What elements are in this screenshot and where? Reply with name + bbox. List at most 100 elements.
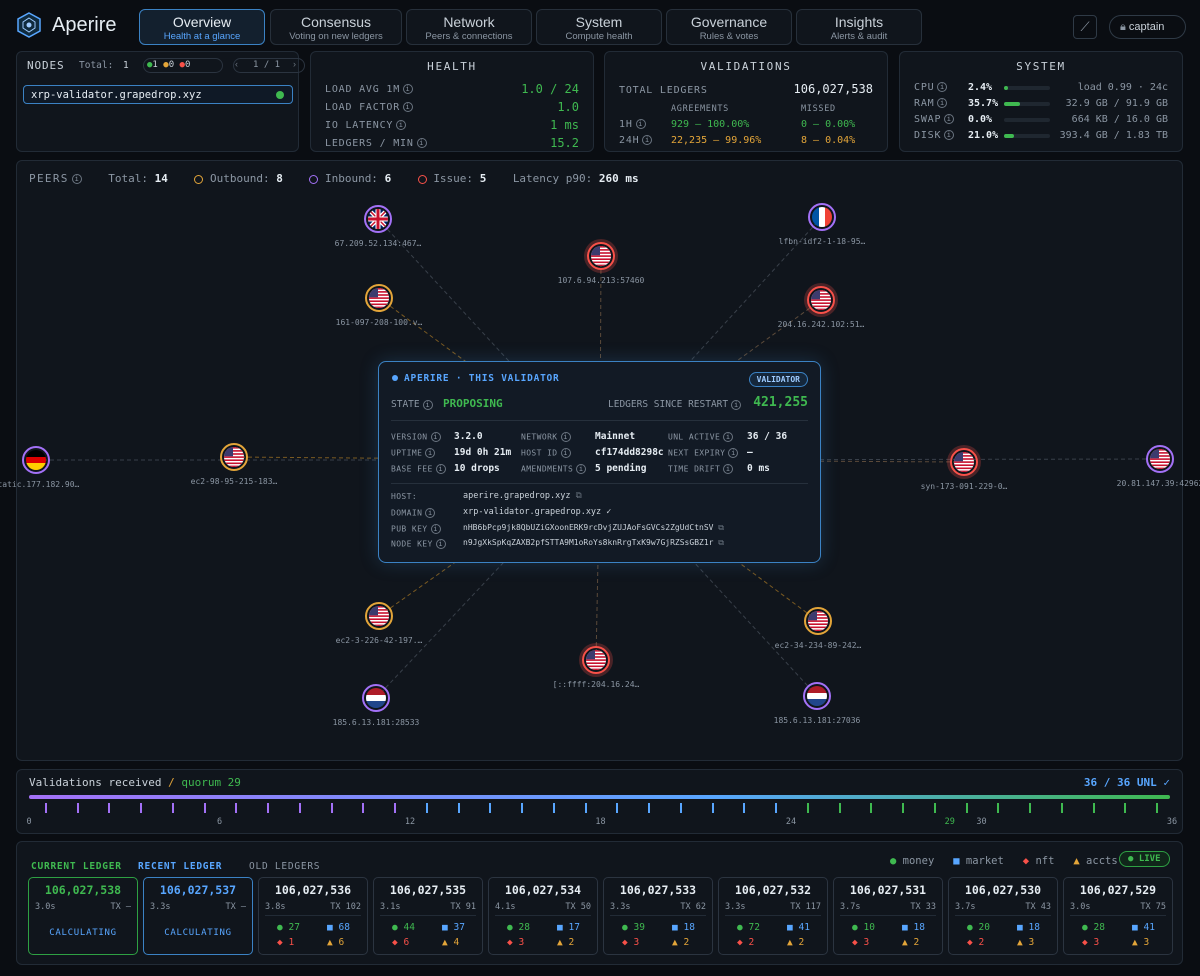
peer-node-us[interactable] [365, 602, 393, 630]
ledger-tx-count: TX – [110, 902, 131, 912]
peer-node-us[interactable] [365, 284, 393, 312]
money-count: ● 20 [967, 922, 990, 933]
market-count: ■ 68 [327, 922, 350, 933]
peer-node-gb[interactable] [364, 205, 392, 233]
validation-tick [362, 803, 365, 813]
version-value: 3.2.0 [454, 431, 483, 442]
ledger-card[interactable]: 106,027,532 3.3s TX 117 ● 72 ■ 41 ◆ 2 ▲ … [718, 877, 828, 955]
peer-node-us[interactable] [950, 448, 978, 476]
de-flag-icon [26, 450, 46, 470]
us-flag-icon [224, 447, 244, 467]
status-dot [392, 375, 398, 381]
amendments-value[interactable]: 5 pending [595, 463, 646, 474]
peer-node-nl[interactable] [803, 682, 831, 710]
ledger-close-time: 3.3s [725, 902, 746, 912]
copy-icon[interactable]: ⧉ [576, 491, 582, 501]
nft-count: ◆ 6 [392, 937, 410, 948]
ledger-card[interactable]: 106,027,531 3.7s TX 33 ● 10 ■ 18 ◆ 3 ▲ 2 [833, 877, 943, 955]
validation-tick [457, 803, 460, 813]
validator-card: APERIRE · THIS VALIDATOR VALIDATOR STATE… [378, 361, 821, 563]
peer-address: syn-173-091-229-0… [920, 482, 1008, 491]
validation-tick [806, 803, 809, 813]
ledger-status: CALCULATING [49, 928, 117, 938]
recent-ledger-label: RECENT LEDGER [138, 861, 223, 872]
ledger-tx-count: TX 102 [330, 902, 361, 912]
accts-count: ▲ 4 [442, 937, 460, 948]
ledger-card[interactable]: 106,027,530 3.7s TX 43 ● 20 ■ 18 ◆ 2 ▲ 3 [948, 877, 1058, 955]
accts-count: ▲ 3 [1017, 937, 1035, 948]
ledger-close-time: 3.7s [955, 902, 976, 912]
peer-node-us[interactable] [804, 607, 832, 635]
ledger-tx-count: TX 62 [680, 902, 706, 912]
peer-address: [::ffff:204.16.24… [552, 680, 640, 689]
validation-tick [425, 803, 428, 813]
nft-count: ◆ 2 [967, 937, 985, 948]
validation-tick [330, 803, 333, 813]
uptime-label: UPTIME i [391, 448, 436, 458]
peer-node-us[interactable] [220, 443, 248, 471]
validator-badge: VALIDATOR [748, 372, 808, 387]
ledger-card[interactable]: 106,027,534 4.1s TX 50 ● 28 ■ 17 ◆ 3 ▲ 2 [488, 877, 598, 955]
validation-tick [1092, 803, 1095, 813]
peer-address: ec2-34-234-89-242… [774, 641, 862, 650]
validation-tick [44, 803, 47, 813]
ledger-tx-count: TX 33 [910, 902, 936, 912]
peer-address: lfbn-idf2-1-18-95… [778, 237, 866, 246]
ledger-close-time: 4.1s [495, 902, 516, 912]
validations-received-label: Validations received / quorum 29 [29, 776, 241, 789]
quorum-tick-label: 30 [976, 817, 987, 827]
validation-tick [267, 803, 270, 813]
ledger-close-time: 3.0s [35, 902, 56, 912]
validation-tick [489, 803, 492, 813]
peer-node-nl[interactable] [362, 684, 390, 712]
peer-address: ec2-98-95-215-183… [190, 477, 278, 486]
peer-node-us[interactable] [587, 242, 615, 270]
ledger-card[interactable]: 106,027,535 3.1s TX 91 ● 44 ■ 37 ◆ 6 ▲ 4 [373, 877, 483, 955]
us-flag-icon [811, 290, 831, 310]
validation-tick [108, 803, 111, 813]
ledger-number: 106,027,538 [44, 883, 122, 897]
host-id-label: HOST ID i [521, 448, 571, 458]
current-ledger-label: CURRENT LEDGER [31, 861, 122, 872]
peer-node-us[interactable] [582, 646, 610, 674]
us-flag-icon [369, 606, 389, 626]
pub-key-label: PUB KEY i [391, 524, 441, 534]
peer-address: ec2-3-226-42-197.… [335, 636, 423, 645]
network-value: Mainnet [595, 431, 636, 442]
live-badge[interactable]: ● LIVE [1119, 851, 1170, 867]
market-count: ■ 18 [1017, 922, 1040, 933]
quorum-tick-label: 6 [216, 817, 223, 827]
ledger-number: 106,027,536 [274, 883, 352, 897]
domain-label: DOMAIN i [391, 508, 436, 518]
peer-node-us[interactable] [807, 286, 835, 314]
ledger-close-time: 3.1s [380, 902, 401, 912]
amendments-label: AMENDMENTS i [521, 464, 587, 474]
ledger-card[interactable]: 106,027,536 3.8s TX 102 ● 27 ■ 68 ◆ 1 ▲ … [258, 877, 368, 955]
peer-address: 107.6.94.213:57460 [557, 276, 645, 285]
accts-count: ▲ 6 [327, 937, 345, 948]
gb-flag-icon [368, 209, 388, 229]
copy-icon[interactable]: ⧉ [718, 523, 724, 532]
ledger-card[interactable]: 106,027,537 3.3s TX – CALCULATING [143, 877, 253, 955]
money-count: ● 28 [507, 922, 530, 933]
peer-node-de[interactable] [22, 446, 50, 474]
validation-tick [648, 803, 651, 813]
domain-value: xrp-validator.grapedrop.xyz ✓ [463, 507, 612, 517]
since-restart-label: LEDGERS SINCE RESTART i [608, 399, 742, 410]
validation-tick [552, 803, 555, 813]
ledger-status: CALCULATING [164, 928, 232, 938]
state-label: STATE i [391, 399, 433, 410]
uptime-value: 19d 0h 21m [454, 447, 512, 458]
ledger-card[interactable]: 106,027,533 3.3s TX 62 ● 39 ■ 18 ◆ 3 ▲ 2 [603, 877, 713, 955]
market-count: ■ 41 [787, 922, 810, 933]
ledger-number: 106,027,529 [1079, 883, 1157, 897]
ledger-close-time: 3.0s [1070, 902, 1091, 912]
peer-node-fr[interactable] [808, 203, 836, 231]
ledger-card[interactable]: 106,027,529 3.0s TX 75 ● 28 ■ 41 ◆ 3 ▲ 3 [1063, 877, 1173, 955]
time-drift-label: TIME DRIFT i [668, 464, 734, 474]
ledger-card[interactable]: 106,027,538 3.0s TX – CALCULATING [28, 877, 138, 955]
us-flag-icon [954, 452, 974, 472]
us-flag-icon [808, 611, 828, 631]
copy-icon[interactable]: ⧉ [718, 538, 724, 547]
peer-node-us[interactable] [1146, 445, 1174, 473]
